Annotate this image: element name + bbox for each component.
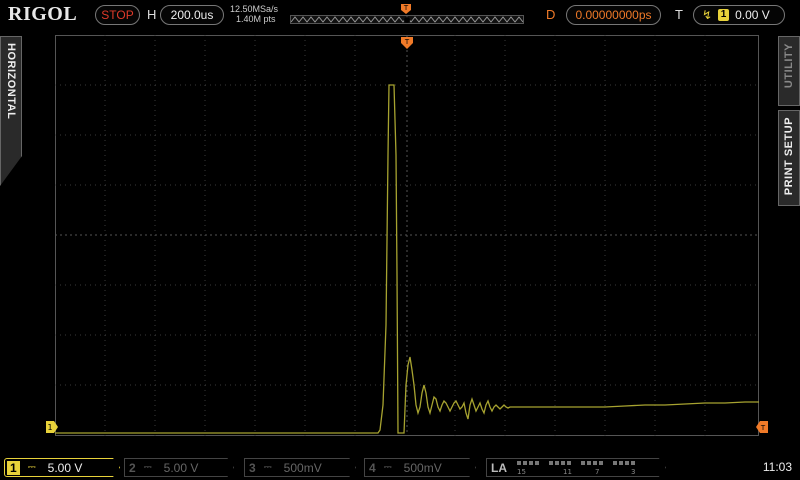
delay-display[interactable]: 0.00000000ps [566,5,661,25]
channel2-number: 2 [129,460,136,475]
delay-label: D [546,7,556,22]
utility-tab-label: UTILITY [783,43,795,89]
trigger-time-marker-icon[interactable]: T [400,36,414,50]
trigger-level-marker-icon[interactable]: T [756,420,768,434]
run-stop-button[interactable]: STOP [95,5,140,25]
trigger-settings[interactable]: ↯ 1 0.00 V [693,5,785,25]
dc-coupling-icon: ⎓ [263,462,272,473]
channel2-settings[interactable]: 2 ⎓ 5.00 V [124,458,234,477]
memory-window-marker [404,17,410,23]
system-clock: 11:03 [762,460,792,474]
sample-rate: 12.50MSa/s [230,4,279,14]
status-bar: RIGOL STOP H 200.0us 12.50MSa/s 1.40M pt… [0,0,800,30]
channel3-number: 3 [249,460,256,475]
channel2-scale: 5.00 V [163,460,199,475]
memory-position-strip[interactable] [290,15,524,24]
acquisition-info: 12.50MSa/s 1.40M pts [230,4,278,24]
channel4-number: 4 [369,460,376,475]
logic-channel-indicator: 15 11 7 3 [517,461,635,476]
la-tick-7: 7 [595,468,599,476]
horizontal-menu-tab[interactable]: HORIZONTAL [0,36,22,186]
channel4-scale: 500mV [403,460,442,475]
trigger-level: 0.00 V [735,8,770,22]
svg-text:T: T [404,38,410,46]
la-tick-11: 11 [563,468,572,476]
channel1-number: 1 [7,460,20,475]
trigger-label: T [675,7,683,22]
utility-menu-tab[interactable]: UTILITY [778,36,800,106]
channel1-scale: 5.00 V [47,460,83,475]
channel3-settings[interactable]: 3 ⎓ 500mV [244,458,356,477]
channel1-ground-marker-icon[interactable]: 1 [46,420,58,434]
horizontal-label: H [147,7,157,22]
trigger-position-marker-icon[interactable]: T [400,3,412,15]
rising-edge-icon: ↯ [702,8,713,22]
channel4-settings[interactable]: 4 ⎓ 500mV [364,458,476,477]
brand-logo: RIGOL [8,3,78,25]
svg-text:1: 1 [47,423,52,432]
svg-text:T: T [403,4,409,12]
horizontal-tab-label: HORIZONTAL [5,43,17,120]
svg-text:T: T [760,424,766,432]
channel1-settings[interactable]: 1 ⎓ 5.00 V [4,458,120,477]
memory-depth: 1.40M pts [236,14,276,24]
la-label: LA [491,460,507,475]
timebase-display[interactable]: 200.0us [160,5,224,25]
la-tick-15: 15 [517,468,526,476]
logic-analyzer-settings[interactable]: LA 15 11 7 3 [486,458,666,477]
trigger-source-badge: 1 [718,9,730,21]
channel3-scale: 500mV [283,460,322,475]
dc-coupling-icon: ⎓ [27,462,36,473]
channel-bar: 1 ⎓ 5.00 V 2 ⎓ 5.00 V 3 ⎓ 500mV 4 ⎓ 500m… [0,454,800,480]
print-setup-tab-label: PRINT SETUP [783,117,795,196]
dc-coupling-icon: ⎓ [383,462,392,473]
la-tick-3: 3 [631,468,635,476]
print-setup-menu-tab[interactable]: PRINT SETUP [778,110,800,206]
waveform-display[interactable] [55,35,759,436]
dc-coupling-icon: ⎓ [143,462,152,473]
